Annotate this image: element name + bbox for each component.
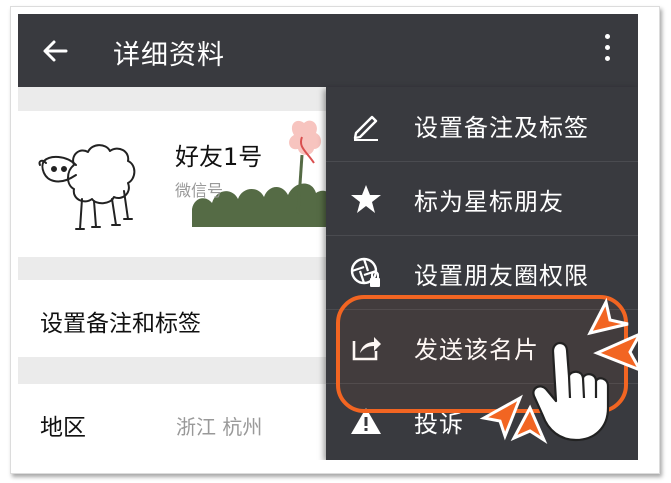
send-card-highlight <box>336 295 628 413</box>
contact-name: 好友1号 <box>175 143 263 171</box>
app-bar: 详细资料 <box>18 14 638 87</box>
page-title: 详细资料 <box>113 40 225 71</box>
remark-row-label: 设置备注和标签 <box>40 311 201 337</box>
aperture-lock-icon <box>350 257 380 287</box>
menu-item-set-remark[interactable]: 设置备注及标签 <box>326 87 638 162</box>
region-value: 浙江 杭州 <box>176 415 263 439</box>
pencil-icon <box>353 115 378 141</box>
arrow-left-icon[interactable] <box>40 36 70 66</box>
region-label: 地区 <box>40 415 86 441</box>
more-vertical-icon[interactable] <box>600 34 614 70</box>
wechat-id-label: 微信号 <box>175 181 224 200</box>
menu-item-label: 设置朋友圈权限 <box>414 262 589 290</box>
menu-item-label: 标为星标朋友 <box>414 188 564 216</box>
menu-item-label: 设置备注及标签 <box>414 114 589 142</box>
star-icon <box>351 185 381 213</box>
menu-item-star-friend[interactable]: 标为星标朋友 <box>326 161 638 236</box>
sheep-avatar[interactable] <box>36 125 141 240</box>
privacy-doodle <box>192 120 335 227</box>
